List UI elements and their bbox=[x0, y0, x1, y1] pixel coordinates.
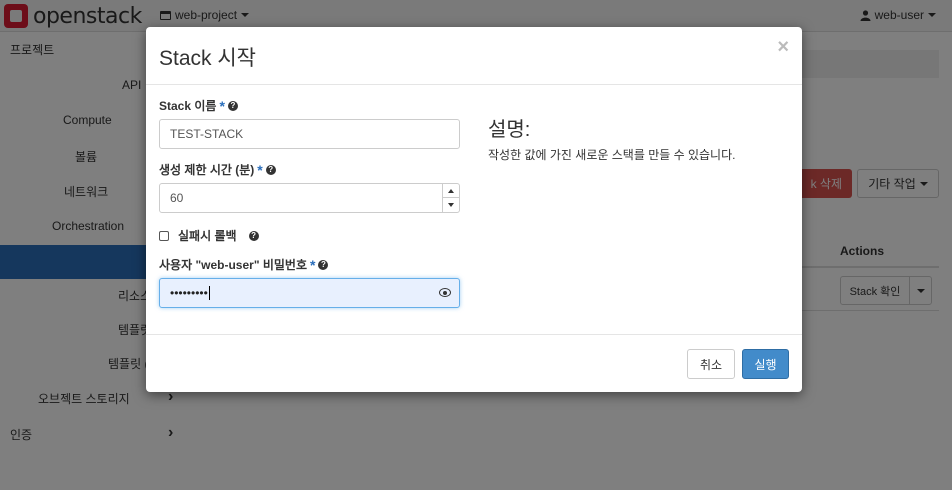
help-icon[interactable]: ? bbox=[248, 230, 259, 241]
stepper-down-button[interactable] bbox=[443, 198, 459, 212]
stack-name-label: Stack 이름 * ? bbox=[159, 97, 238, 114]
timeout-stepper[interactable] bbox=[442, 184, 459, 212]
help-icon[interactable]: ? bbox=[227, 100, 238, 111]
required-asterisk: * bbox=[257, 161, 263, 178]
eye-icon[interactable] bbox=[439, 288, 451, 297]
password-label-text: 사용자 "web-user" 비밀번호 bbox=[159, 258, 308, 272]
arrow-down-icon bbox=[448, 203, 454, 207]
help-icon[interactable]: ? bbox=[318, 259, 329, 270]
stack-name-value: TEST-STACK bbox=[170, 127, 244, 141]
submit-label: 실행 bbox=[754, 357, 777, 372]
modal-footer: 취소 실행 bbox=[146, 334, 802, 392]
launch-stack-modal: Stack 시작 × Stack 이름 * ? TEST-STACK 생성 제한… bbox=[146, 27, 802, 392]
text-cursor bbox=[208, 286, 210, 300]
password-label: 사용자 "web-user" 비밀번호 * ? bbox=[159, 256, 329, 273]
rollback-label[interactable]: 실패시 롤백 bbox=[178, 227, 237, 244]
rollback-checkbox[interactable] bbox=[159, 230, 169, 241]
cancel-button[interactable]: 취소 bbox=[687, 349, 735, 379]
modal-header: Stack 시작 × bbox=[146, 27, 802, 85]
close-icon[interactable]: × bbox=[777, 37, 789, 57]
rollback-row: 실패시 롤백 ? bbox=[159, 227, 259, 244]
stack-name-label-text: Stack 이름 bbox=[159, 99, 217, 113]
timeout-label: 생성 제한 시간 (분) * ? bbox=[159, 161, 276, 178]
submit-button[interactable]: 실행 bbox=[742, 349, 789, 379]
cancel-label: 취소 bbox=[699, 357, 723, 372]
password-value: ••••••••• bbox=[170, 286, 208, 300]
timeout-input[interactable]: 60 bbox=[159, 183, 460, 213]
timeout-label-text: 생성 제한 시간 (분) bbox=[159, 163, 255, 177]
stepper-up-button[interactable] bbox=[443, 184, 459, 198]
help-icon[interactable]: ? bbox=[265, 164, 276, 175]
timeout-value: 60 bbox=[170, 191, 184, 205]
stack-name-input[interactable]: TEST-STACK bbox=[159, 119, 460, 149]
modal-title: Stack 시작 bbox=[159, 47, 256, 70]
required-asterisk: * bbox=[310, 256, 316, 273]
description-title: 설명: bbox=[488, 119, 531, 141]
password-input[interactable]: ••••••••• bbox=[159, 278, 460, 308]
description-text: 작성한 값에 가진 새로운 스택를 만들 수 있습니다. bbox=[488, 148, 736, 162]
required-asterisk: * bbox=[219, 97, 225, 114]
arrow-up-icon bbox=[448, 188, 454, 193]
